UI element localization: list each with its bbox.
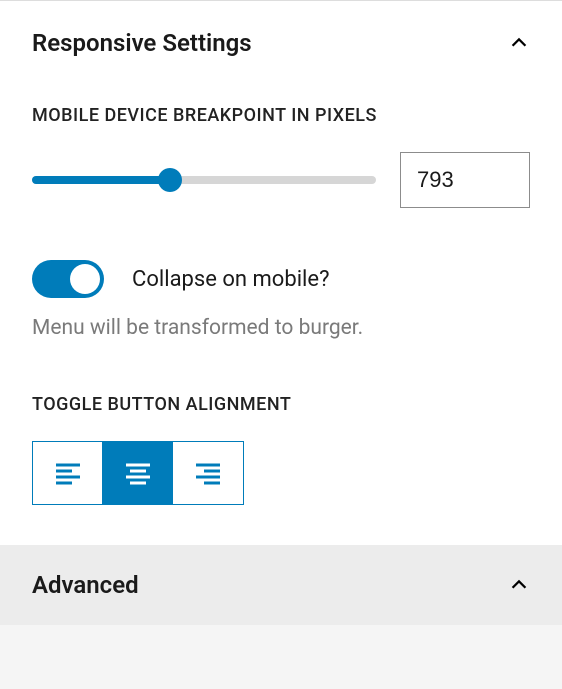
collapse-mobile-label: Collapse on mobile? xyxy=(132,267,329,292)
toggle-knob xyxy=(70,264,100,294)
collapse-helper-text: Menu will be transformed to burger. xyxy=(32,316,530,340)
responsive-settings-header[interactable]: Responsive Settings xyxy=(32,29,530,57)
panel-title: Responsive Settings xyxy=(32,29,252,57)
alignment-label: TOGGLE BUTTON ALIGNMENT xyxy=(32,394,530,415)
align-right-icon xyxy=(193,458,223,488)
slider-fill xyxy=(32,176,170,184)
collapse-mobile-toggle[interactable] xyxy=(32,260,104,298)
chevron-up-icon xyxy=(508,32,530,54)
advanced-title: Advanced xyxy=(32,571,139,599)
advanced-header[interactable]: Advanced xyxy=(32,571,530,599)
align-center-button[interactable] xyxy=(103,442,173,504)
breakpoint-input[interactable] xyxy=(400,152,530,208)
alignment-button-group xyxy=(32,441,244,505)
align-right-button[interactable] xyxy=(173,442,243,504)
breakpoint-label: MOBILE DEVICE BREAKPOINT IN PIXELS xyxy=(32,105,530,126)
align-center-icon xyxy=(123,458,153,488)
align-left-icon xyxy=(53,458,83,488)
breakpoint-slider[interactable] xyxy=(32,168,376,192)
chevron-up-icon xyxy=(508,574,530,596)
align-left-button[interactable] xyxy=(33,442,103,504)
slider-thumb[interactable] xyxy=(158,168,182,192)
